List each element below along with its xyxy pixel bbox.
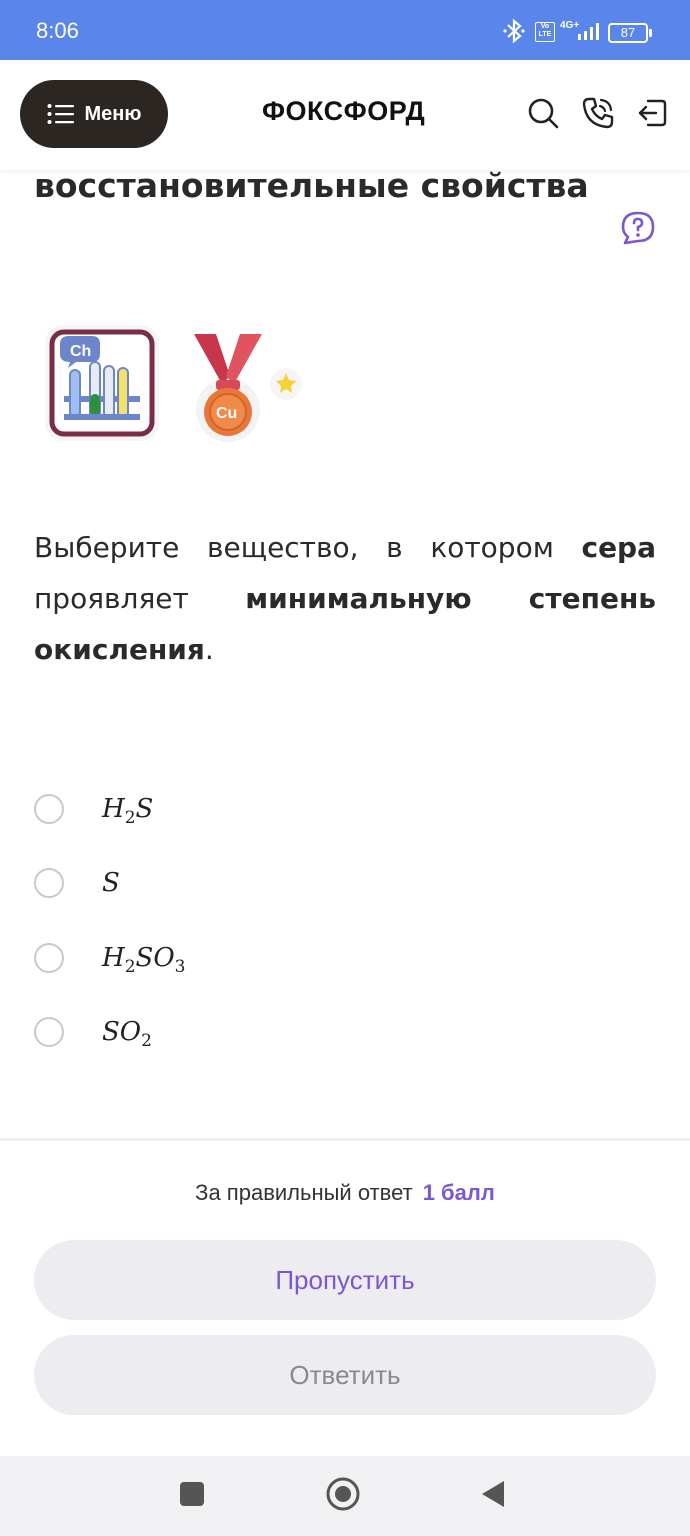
recent-apps-icon[interactable] <box>179 1481 205 1507</box>
answer-option-1[interactable]: H2S <box>34 789 434 829</box>
status-bar: 8:06 Vo LTE 4G+ 87 <box>0 0 690 60</box>
copper-medal-icon: Cu <box>194 334 302 442</box>
bluetooth-icon <box>503 18 525 50</box>
radio-button[interactable] <box>34 1017 64 1047</box>
search-icon[interactable] <box>526 96 560 130</box>
formula: S <box>102 868 120 898</box>
status-time: 8:06 <box>36 18 79 43</box>
question-part-2: проявляет <box>34 582 246 615</box>
radio-button[interactable] <box>34 943 64 973</box>
battery-icon: 87 <box>608 23 652 43</box>
foxford-logo[interactable]: ФОКСФОРД <box>262 96 425 127</box>
answer-button[interactable]: Ответить <box>34 1335 656 1415</box>
chemistry-badge-text: Ch <box>70 343 91 360</box>
question-text: Выберите вещество, в котором сера проявл… <box>34 522 656 675</box>
answer-option-2[interactable]: S <box>34 863 434 903</box>
skip-button[interactable]: Пропустить <box>34 1240 656 1320</box>
question-part-1: Выберите вещество, в котором <box>34 531 582 564</box>
reward-info: За правильный ответ 1 балл <box>0 1180 690 1206</box>
help-question-icon[interactable] <box>620 210 656 246</box>
system-nav-bar <box>0 1456 690 1536</box>
radio-button[interactable] <box>34 868 64 898</box>
question-part-3: . <box>204 633 214 666</box>
phone-call-icon[interactable] <box>581 96 615 130</box>
reward-points: 1 балл <box>422 1180 495 1205</box>
radio-button[interactable] <box>34 794 64 824</box>
medal-text: Cu <box>216 405 237 422</box>
divider <box>0 1138 690 1141</box>
formula: H2S <box>102 794 154 828</box>
formula: H2SO3 <box>102 943 186 977</box>
home-icon[interactable] <box>325 1476 361 1512</box>
volte-icon: Vo LTE <box>535 22 555 42</box>
login-icon[interactable] <box>636 96 670 130</box>
menu-label: Меню <box>84 102 142 125</box>
signal-icon <box>577 22 601 40</box>
menu-list-icon <box>47 104 74 124</box>
lesson-title: восстановительные свойства <box>34 166 589 205</box>
back-icon[interactable] <box>480 1479 506 1509</box>
answer-option-3[interactable]: H2SO3 <box>34 938 434 978</box>
answer-option-4[interactable]: SO2 <box>34 1012 434 1052</box>
formula: SO2 <box>102 1017 152 1051</box>
reward-text: За правильный ответ <box>195 1180 413 1205</box>
menu-button[interactable]: Меню <box>20 80 168 148</box>
chemistry-badge-icon: Ch <box>45 325 159 441</box>
app-header: Меню ФОКСФОРД <box>0 60 690 170</box>
question-bold-1: сера <box>581 531 656 564</box>
